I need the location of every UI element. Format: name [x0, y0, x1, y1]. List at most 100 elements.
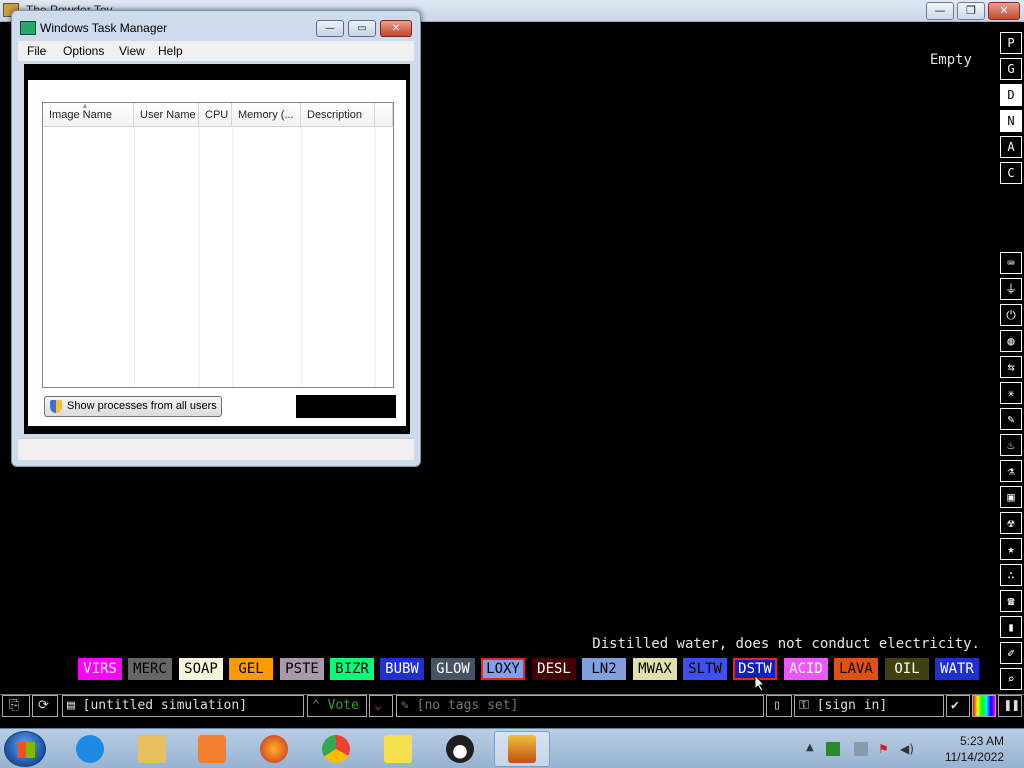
element-ln2[interactable]: LN2: [582, 658, 626, 680]
windows-taskbar: ▲ ⚑ ◀) 5:23 AM 11/14/2022: [0, 728, 1024, 768]
element-merc[interactable]: MERC: [128, 658, 172, 680]
column-user-name[interactable]: User Name: [134, 103, 199, 127]
reload-icon[interactable]: ⟳: [32, 695, 58, 717]
new-simulation-icon[interactable]: ▯: [766, 695, 792, 717]
spark-icon[interactable]: ✳: [1000, 382, 1022, 404]
folder-icon: [138, 735, 166, 763]
menu-d-button[interactable]: D: [1000, 84, 1022, 106]
column-cpu[interactable]: CPU: [199, 103, 232, 127]
pause-icon[interactable]: ❚❚: [998, 695, 1022, 717]
menu-options[interactable]: Options: [63, 44, 104, 58]
color-palette-icon[interactable]: [972, 695, 996, 717]
magnifier-icon[interactable]: ⌕: [1000, 668, 1022, 690]
minimize-button[interactable]: —: [926, 2, 954, 20]
maximize-button[interactable]: ❐: [957, 2, 985, 20]
mouse-cursor-icon: [754, 674, 766, 692]
system-tray: ▲ ⚑ ◀) 5:23 AM 11/14/2022: [804, 729, 1024, 768]
taskbar-powder-toy[interactable]: [494, 731, 550, 767]
column-description[interactable]: Description: [301, 103, 375, 127]
menu-file[interactable]: File: [27, 44, 46, 58]
element-watr[interactable]: WATR: [935, 658, 979, 680]
pencil-icon[interactable]: ✎: [1000, 408, 1022, 430]
settings-check-icon[interactable]: ✔: [946, 695, 970, 717]
wall-icon[interactable]: ▣: [1000, 486, 1022, 508]
dots-icon[interactable]: ∴: [1000, 564, 1022, 586]
vote-up-icon: ⌃: [312, 698, 328, 713]
column-memory[interactable]: Memory (...: [232, 103, 301, 127]
taskbar-spongebob[interactable]: [370, 731, 426, 767]
element-bizr[interactable]: BIZR: [330, 658, 374, 680]
menu-a-button[interactable]: A: [1000, 136, 1022, 158]
pen-icon[interactable]: ✐: [1000, 642, 1022, 664]
windows-logo-icon: [17, 742, 35, 758]
gas-icon[interactable]: ◍: [1000, 330, 1022, 352]
bookmark-icon[interactable]: ▮: [1000, 616, 1022, 638]
element-mwax[interactable]: MWAX: [633, 658, 677, 680]
clock-date[interactable]: 11/14/2022: [945, 750, 1004, 764]
tm-close-button[interactable]: ✕: [380, 20, 412, 37]
taskbar-media-player[interactable]: [184, 731, 240, 767]
tray-green-icon[interactable]: [826, 742, 840, 756]
start-button[interactable]: [4, 731, 46, 767]
taskbar-file-explorer[interactable]: [124, 731, 180, 767]
tm-minimize-button[interactable]: —: [316, 20, 344, 37]
tm-maximize-button[interactable]: ▭: [348, 20, 376, 37]
vote-down-button[interactable]: ⌄: [369, 695, 393, 717]
menu-help[interactable]: Help: [158, 44, 183, 58]
keyboard-icon[interactable]: ⌨: [1000, 252, 1022, 274]
media-player-icon: [198, 735, 226, 763]
element-acid[interactable]: ACID: [784, 658, 828, 680]
volume-icon[interactable]: ◀): [900, 742, 914, 756]
open-save-icon[interactable]: ⎘: [2, 695, 30, 717]
star-icon[interactable]: ★: [1000, 538, 1022, 560]
process-list[interactable]: Image Name ▴ User Name CPU Memory (... D…: [42, 102, 394, 388]
clock-time[interactable]: 5:23 AM: [960, 734, 1004, 748]
menu-powders-button[interactable]: P: [1000, 32, 1022, 54]
show-hidden-icons-icon[interactable]: ▲: [806, 742, 820, 756]
action-center-icon[interactable]: ⚑: [878, 742, 892, 756]
save-icon: ▤: [67, 698, 83, 713]
element-glow[interactable]: GLOW: [431, 658, 475, 680]
vote-up-button[interactable]: ⌃ Vote: [307, 695, 367, 717]
column-image-name[interactable]: Image Name ▴: [43, 103, 134, 127]
network-icon[interactable]: [854, 742, 868, 756]
element-soap[interactable]: SOAP: [179, 658, 223, 680]
save-name-button[interactable]: ▤ [untitled simulation]: [62, 695, 304, 717]
flask-icon[interactable]: ⚗: [1000, 460, 1022, 482]
close-button[interactable]: ✕: [988, 2, 1020, 20]
element-loxy[interactable]: LOXY: [481, 658, 525, 680]
plug-icon[interactable]: ⏚: [1000, 278, 1022, 300]
element-lava[interactable]: LAVA: [834, 658, 878, 680]
sign-in-button[interactable]: ⚿ [sign in]: [794, 695, 944, 717]
game-bottom-bar: ⎘ ⟳ ▤ [untitled simulation] ⌃ Vote ⌄ ✎ […: [0, 694, 1024, 718]
element-oil[interactable]: OIL: [885, 658, 929, 680]
radiation-icon[interactable]: ☢: [1000, 512, 1022, 534]
column-spacer: [375, 103, 393, 127]
element-gel[interactable]: GEL: [229, 658, 273, 680]
hud-status-empty: Empty: [929, 52, 972, 68]
element-bubw[interactable]: BUBW: [380, 658, 424, 680]
tags-button[interactable]: ✎ [no tags set]: [396, 695, 764, 717]
element-sltw[interactable]: SLTW: [683, 658, 727, 680]
taskbar-internet-explorer[interactable]: [62, 731, 118, 767]
show-all-processes-button[interactable]: Show processes from all users: [44, 396, 222, 417]
menu-c-button[interactable]: C: [1000, 162, 1022, 184]
element-virs[interactable]: VIRS: [78, 658, 122, 680]
taskbar-penguin[interactable]: [432, 731, 488, 767]
power-icon[interactable]: ⏻: [1000, 304, 1022, 326]
taskbar-chrome[interactable]: [308, 731, 364, 767]
sensor-icon[interactable]: ⇆: [1000, 356, 1022, 378]
task-manager-window[interactable]: Windows Task Manager — ▭ ✕ File Options …: [11, 10, 421, 467]
menu-n-button[interactable]: N: [1000, 110, 1022, 132]
menu-view[interactable]: View: [119, 44, 145, 58]
element-pste[interactable]: PSTE: [280, 658, 324, 680]
task-manager-title: Windows Task Manager: [40, 21, 168, 35]
spongebob-icon: [384, 735, 412, 763]
menu-gases-button[interactable]: G: [1000, 58, 1022, 80]
phone-icon[interactable]: ☎: [1000, 590, 1022, 612]
fire-icon[interactable]: ♨: [1000, 434, 1022, 456]
column-divider: [375, 127, 376, 387]
element-desl[interactable]: DESL: [532, 658, 576, 680]
taskbar-firefox[interactable]: [246, 731, 302, 767]
tm-menubar: File Options View Help: [18, 41, 414, 61]
